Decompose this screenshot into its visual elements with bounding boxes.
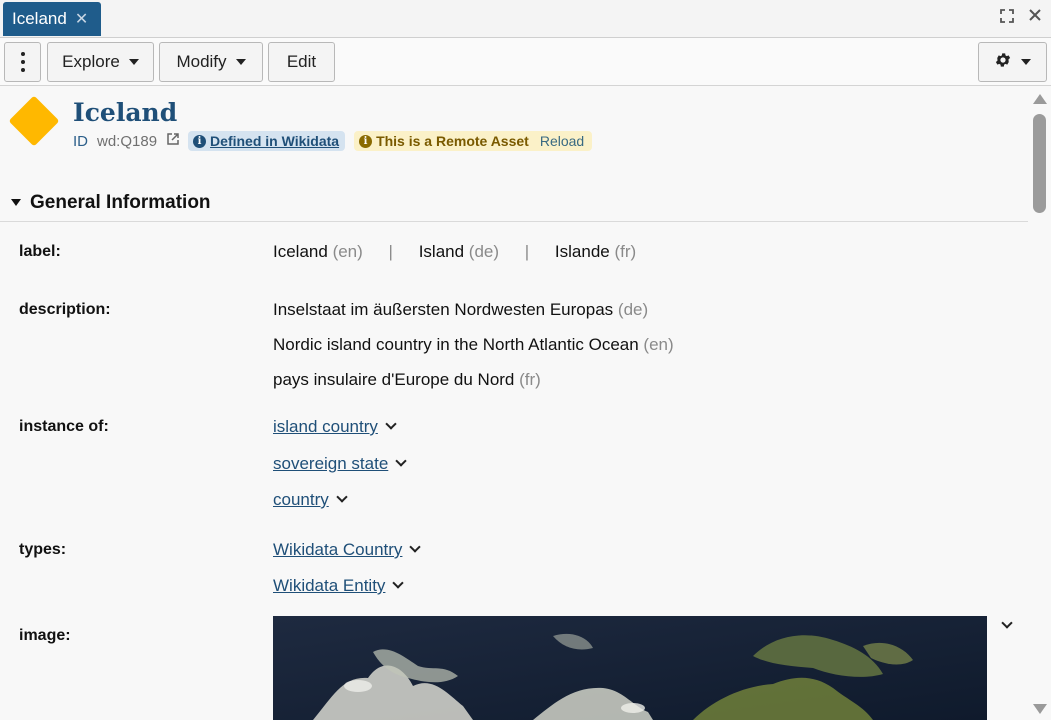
close-icon[interactable] [1027, 7, 1043, 28]
description-value: pays insulaire d'Europe du Nord (fr) [273, 370, 541, 390]
label-value: Iceland [273, 242, 328, 261]
edit-label: Edit [286, 52, 317, 71]
modify-label: Modify [176, 52, 227, 71]
separator: | [388, 242, 393, 261]
scroll-down-arrow[interactable] [1033, 704, 1047, 714]
lang-tag: (fr) [519, 370, 541, 389]
chevron-down-icon[interactable] [392, 577, 405, 589]
description-value: Inselstaat im äußersten Nordwesten Europ… [273, 300, 648, 320]
instance-of-link[interactable]: country [273, 490, 329, 509]
defined-in-wikidata-badge[interactable]: i Defined in Wikidata [188, 131, 346, 151]
description-text: Inselstaat im äußersten Nordwesten Europ… [273, 300, 614, 319]
info-icon: i [359, 134, 373, 148]
tab-iceland[interactable]: Iceland ✕ [3, 2, 101, 36]
tab-label: Iceland [12, 9, 67, 28]
defined-badge-text: Defined in Wikidata [210, 133, 340, 149]
satellite-image[interactable] [273, 616, 987, 720]
entity-diamond-icon [8, 95, 60, 147]
type-item: Wikidata Entity [273, 576, 405, 596]
description-text: pays insulaire d'Europe du Nord [273, 370, 515, 389]
label-key: label: [19, 243, 61, 260]
instance-of-item: island country [273, 417, 397, 437]
chevron-down-icon[interactable] [395, 455, 407, 467]
description-value: Nordic island country in the North Atlan… [273, 335, 674, 355]
scroll-up-arrow[interactable] [1033, 94, 1047, 104]
gear-icon [994, 51, 1012, 74]
lang-tag: (de) [468, 242, 500, 261]
type-link[interactable]: Wikidata Country [273, 540, 402, 559]
toolbar: Explore Modify Edit [0, 38, 1051, 86]
remote-asset-badge: i This is a Remote Asset Reload [354, 131, 593, 151]
chevron-down-icon[interactable] [1001, 617, 1013, 629]
kebab-menu-icon [20, 52, 25, 72]
entity-id-line: ID wd:Q189 i Defined in Wikidata i This … [73, 130, 593, 152]
collapse-triangle-icon [11, 199, 21, 206]
separator: | [524, 242, 530, 261]
settings-button[interactable] [978, 42, 1047, 82]
description-key: description: [19, 301, 111, 318]
instance-of-item: country [273, 490, 348, 510]
reload-link[interactable]: Reload [540, 133, 584, 149]
lang-tag: (en) [332, 242, 363, 261]
entity-title: Iceland [73, 98, 178, 127]
type-link[interactable]: Wikidata Entity [273, 576, 385, 595]
lang-tag: (en) [643, 335, 674, 354]
remote-badge-text: This is a Remote Asset [376, 133, 529, 149]
modify-button[interactable]: Modify [159, 42, 263, 82]
instance-of-item: sovereign state [273, 454, 407, 474]
external-link-icon[interactable] [166, 132, 180, 150]
explore-label: Explore [62, 52, 120, 71]
lang-tag: (de) [617, 300, 649, 319]
type-item: Wikidata Country [273, 540, 422, 560]
explore-button[interactable]: Explore [47, 42, 154, 82]
caret-down-icon [235, 59, 246, 65]
image-key: image: [19, 627, 71, 644]
instance-of-key: instance of: [19, 418, 109, 435]
chevron-down-icon[interactable] [409, 541, 422, 553]
info-icon: i [193, 134, 207, 148]
general-information-header[interactable]: General Information [0, 184, 1028, 222]
label-value: Islande [554, 242, 610, 261]
label-values: Iceland (en) | Island (de) | Islande (fr… [273, 242, 636, 262]
chevron-down-icon[interactable] [336, 491, 348, 503]
caret-down-icon [1021, 59, 1031, 65]
lang-tag: (fr) [614, 242, 637, 261]
chevron-down-icon[interactable] [385, 418, 397, 430]
edit-button[interactable]: Edit [268, 42, 335, 82]
instance-of-link[interactable]: sovereign state [273, 454, 388, 473]
scrollbar-thumb[interactable] [1033, 114, 1046, 213]
description-text: Nordic island country in the North Atlan… [273, 335, 639, 354]
caret-down-icon [128, 59, 139, 65]
instance-of-link[interactable]: island country [273, 417, 378, 436]
kebab-menu-button[interactable] [4, 42, 41, 82]
label-value: Island [418, 242, 465, 261]
maximize-icon[interactable] [999, 8, 1015, 29]
types-key: types: [19, 541, 67, 558]
tab-close-icon[interactable]: ✕ [75, 9, 88, 29]
section-title: General Information [30, 191, 211, 213]
tab-bar: Iceland ✕ [0, 0, 1051, 38]
id-value: wd:Q189 [97, 132, 158, 150]
id-label: ID [73, 132, 88, 150]
